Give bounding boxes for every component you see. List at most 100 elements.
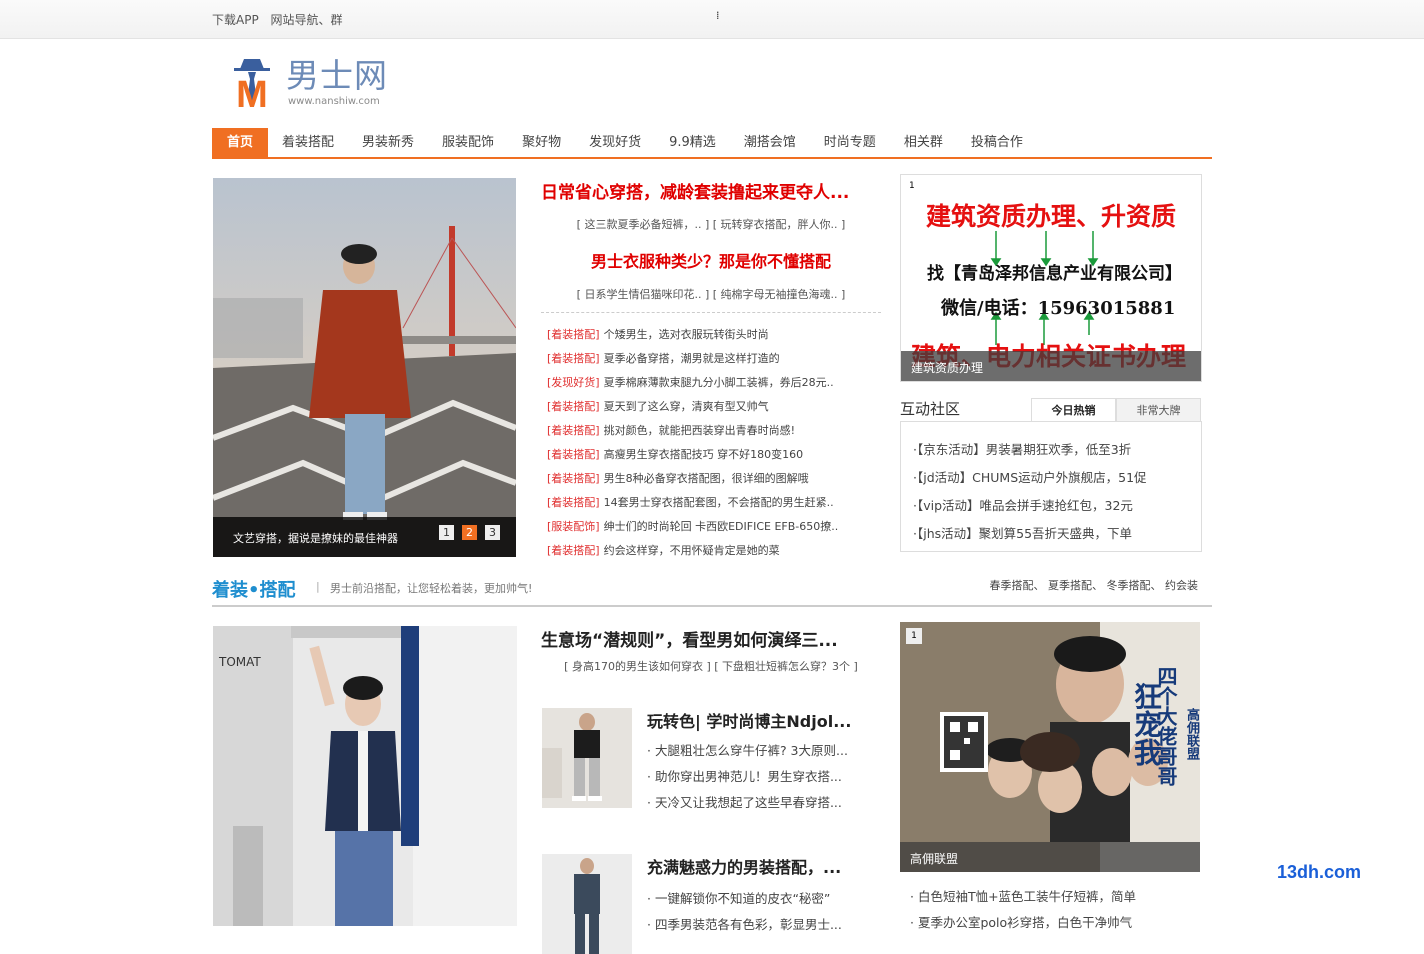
site-nav-link[interactable]: 网站导航、群: [271, 13, 343, 27]
loading-icon: ⁞: [716, 9, 720, 22]
news-title[interactable]: 挑对颜色，就能把西装穿出青春时尚感!: [604, 424, 795, 437]
news-title[interactable]: 男生8种必备穿衣搭配图，很详细的图解哦: [604, 472, 809, 485]
article-link[interactable]: · 四季男装范各有色彩，彰显男士...: [647, 914, 877, 933]
ad-brand-vertical: 高佣联盟: [1184, 708, 1199, 760]
section-title[interactable]: 着装•搭配: [212, 576, 296, 602]
news-item[interactable]: [发现好货] 夏季棉麻薄款束腿九分小脚工装裤，券后28元..: [547, 374, 881, 398]
article-title[interactable]: 充满魅惑力的男装搭配，...: [647, 854, 877, 878]
svg-text:M: M: [236, 74, 268, 111]
outfit-sub-links[interactable]: [ 身高170的男生该如何穿衣 ] [ 下盘粗壮短裤怎么穿？3个 ]: [541, 658, 881, 674]
headline-sub-2[interactable]: [ 日系学生情侣猫咪印花.. ] [ 纯棉字母无袖撞色海魂.. ]: [541, 286, 881, 302]
community-title: 互动社区: [900, 400, 961, 418]
nav-fashion-topics[interactable]: 时尚专题: [810, 128, 890, 157]
ad-line-3: 微信/电话：15963015881: [941, 298, 1176, 319]
news-item[interactable]: [着装搭配] 个矮男生，选对衣服玩转街头时尚: [547, 326, 881, 350]
nav-new-menswear[interactable]: 男装新秀: [348, 128, 428, 157]
site-logo[interactable]: M 男士网 www.nanshiw.com: [228, 55, 398, 115]
news-title[interactable]: 约会这样穿，不用怀疑肯定是她的菜: [604, 544, 780, 557]
ad-caption-bar: 建筑资质办理: [901, 351, 1201, 381]
ad-banner-drama[interactable]: 四个大佬哥哥 狂宠我 高佣联盟 1 高佣联盟: [900, 622, 1200, 872]
hero-caption[interactable]: 文艺穿搭，据说是撩妹的最佳神器: [233, 530, 398, 546]
news-tag[interactable]: [服装配饰]: [547, 520, 600, 533]
article-thumbnail[interactable]: [542, 708, 632, 808]
community-item[interactable]: ·【jhs活动】聚划算55吾折天盛典，下单: [913, 523, 1193, 542]
ad-index: 1: [906, 628, 922, 644]
tab-big-brands[interactable]: 非常大牌: [1116, 398, 1201, 422]
nav-outfit[interactable]: 着装搭配: [268, 128, 348, 157]
article-link[interactable]: · 助你穿出男神范儿！男生穿衣搭...: [647, 766, 877, 785]
news-item[interactable]: [着装搭配] 男生8种必备穿衣搭配图，很详细的图解哦: [547, 470, 881, 494]
news-item[interactable]: [着装搭配] 挑对颜色，就能把西装穿出青春时尚感!: [547, 422, 881, 446]
news-tag[interactable]: [着装搭配]: [547, 496, 600, 509]
article-link[interactable]: · 大腿粗壮怎么穿牛仔裤? 3大原则...: [647, 740, 877, 759]
hero-page-1[interactable]: 1: [439, 525, 454, 540]
nav-accessories[interactable]: 服装配饰: [428, 128, 508, 157]
ad-caption-bar: 高佣联盟: [900, 842, 1200, 872]
article-thumb-image: [542, 854, 632, 954]
side-list-item[interactable]: · 夏季办公室polo衫穿搭，白色干净帅气: [910, 912, 1200, 931]
top-links: 下载APP 网站导航、群: [212, 11, 351, 28]
nav-trend-club[interactable]: 潮搭会馆: [730, 128, 810, 157]
section-season-links[interactable]: 春季搭配、 夏季搭配、 冬季搭配、 约会装: [990, 579, 1199, 592]
side-list-item[interactable]: · 白色短袖T恤+蓝色工装牛仔短裤，简单: [910, 886, 1200, 905]
article-link[interactable]: · 一键解锁你不知道的皮衣“秘密”: [647, 888, 877, 907]
news-title[interactable]: 个矮男生，选对衣服玩转街头时尚: [604, 328, 769, 341]
download-app-link[interactable]: 下载APP: [212, 13, 259, 27]
news-item[interactable]: [着装搭配] 夏季必备穿搭，潮男就是这样打造的: [547, 350, 881, 374]
news-tag[interactable]: [着装搭配]: [547, 400, 600, 413]
headline-title-1[interactable]: 日常省心穿搭，减龄套装撸起来更夺人...: [541, 178, 881, 203]
nav-groups[interactable]: 相关群: [890, 128, 957, 157]
ad-line-2: 找【青岛泽邦信息产业有限公司】: [927, 264, 1182, 284]
ad-caption: 建筑资质办理: [911, 361, 984, 375]
news-title[interactable]: 夏季必备穿搭，潮男就是这样打造的: [604, 352, 780, 365]
news-tag[interactable]: [着装搭配]: [547, 448, 600, 461]
hero-slider[interactable]: 文艺穿搭，据说是撩妹的最佳神器 123: [213, 178, 516, 557]
community-item[interactable]: ·【vip活动】唯品会拼手速抢红包，32元: [913, 495, 1193, 514]
article-thumbnail[interactable]: [542, 854, 632, 954]
hero-page-2[interactable]: 2: [462, 525, 477, 540]
news-tag[interactable]: [着装搭配]: [547, 328, 600, 341]
news-item[interactable]: [着装搭配] 约会这样穿，不用怀疑肯定是她的菜: [547, 542, 881, 566]
ad-banner-qualification[interactable]: 1 建筑资质办理、升资质 找【青岛泽邦信息产业有限公司】 微信/电话：15963…: [900, 174, 1202, 382]
headline-title-2[interactable]: 男士衣服种类少？那是你不懂搭配: [541, 248, 881, 272]
news-item[interactable]: [服装配饰] 绅士们的时尚轮回 卡西欧EDIFICE EFB-650撩..: [547, 518, 881, 542]
article-title[interactable]: 玩转色| 学时尚博主Ndjol...: [647, 708, 877, 732]
hero-photo: [213, 178, 516, 557]
logo-mark-icon: M: [234, 59, 270, 111]
article-thumb-image: [542, 708, 632, 808]
news-tag[interactable]: [发现好货]: [547, 376, 600, 389]
news-item[interactable]: [着装搭配] 14套男士穿衣搭配套图，不会搭配的男生赶紧..: [547, 494, 881, 518]
nav-good-items[interactable]: 聚好物: [508, 128, 575, 157]
news-tag[interactable]: [着装搭配]: [547, 352, 600, 365]
watermark: 13dh.com: [1277, 862, 1362, 882]
news-title[interactable]: 高瘦男生穿衣搭配技巧 穿不好180变160: [604, 448, 804, 461]
news-item[interactable]: [着装搭配] 夏天到了这么穿，清爽有型又帅气: [547, 398, 881, 422]
section-description: 男士前沿搭配，让您轻松着装，更加帅气!: [330, 582, 533, 595]
community-item[interactable]: ·【京东活动】男装暑期狂欢季，低至3折: [913, 439, 1193, 458]
nav-discover[interactable]: 发现好货: [575, 128, 655, 157]
news-title[interactable]: 14套男士穿衣搭配套图，不会搭配的男生赶紧..: [604, 496, 834, 509]
news-title[interactable]: 绅士们的时尚轮回 卡西欧EDIFICE EFB-650撩..: [604, 520, 839, 533]
feature-photo[interactable]: TOMAT: [213, 626, 517, 926]
tab-hot-today[interactable]: 今日热销: [1031, 398, 1116, 422]
nav-9-9[interactable]: 9.9精选: [655, 128, 730, 157]
nav-contribute[interactable]: 投稿合作: [957, 128, 1037, 157]
news-tag[interactable]: [着装搭配]: [547, 472, 600, 485]
community-list: ·【京东活动】男装暑期狂欢季，低至3折 ·【jd活动】CHUMS运动户外旗舰店，…: [900, 421, 1202, 552]
outfit-headline[interactable]: 生意场“潜规则”，看型男如何演绎三...: [541, 626, 871, 651]
nav-home[interactable]: 首页: [212, 128, 269, 157]
feature-photo-image: TOMAT: [213, 626, 517, 926]
divider: [541, 312, 881, 313]
news-item[interactable]: [着装搭配] 高瘦男生穿衣搭配技巧 穿不好180变160: [547, 446, 881, 470]
community-tabs: 今日热销 非常大牌: [1031, 398, 1202, 422]
hero-page-3[interactable]: 3: [485, 525, 500, 540]
article-link[interactable]: · 天冷又让我想起了这些早春穿搭...: [647, 792, 877, 811]
news-title[interactable]: 夏天到了这么穿，清爽有型又帅气: [604, 400, 769, 413]
news-title[interactable]: 夏季棉麻薄款束腿九分小脚工装裤，券后28元..: [604, 376, 834, 389]
section-links: 春季搭配、 夏季搭配、 冬季搭配、 约会装: [990, 577, 1199, 593]
headline-sub-1[interactable]: [ 这三款夏季必备短裤，.. ] [ 玩转穿衣搭配，胖人你.. ]: [541, 216, 881, 232]
news-tag[interactable]: [着装搭配]: [547, 424, 600, 437]
community-item[interactable]: ·【jd活动】CHUMS运动户外旗舰店，51促: [913, 467, 1193, 486]
ad-caption: 高佣联盟: [910, 852, 959, 866]
news-tag[interactable]: [着装搭配]: [547, 544, 600, 557]
